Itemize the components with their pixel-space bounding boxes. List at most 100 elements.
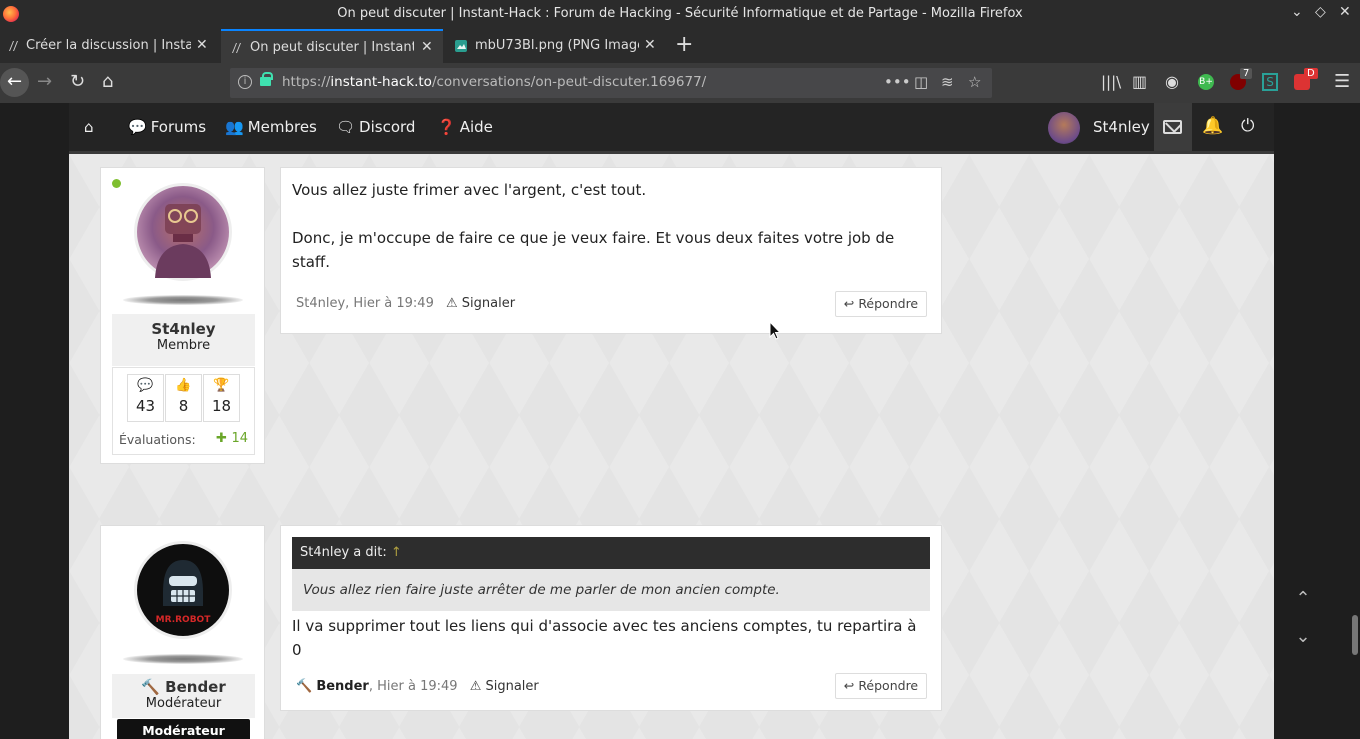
post-message: St4nley a dit: ↑ Vous allez rien faire j… [280,525,942,711]
page-actions-icon[interactable]: ••• [884,73,911,91]
sidebar-icon[interactable]: ▥ [1132,71,1147,93]
mouse-cursor-icon [769,320,782,344]
home-nav-icon[interactable]: ⌂ [84,118,94,136]
username-block: St4nley Membre [112,314,255,366]
quote-body: Vous allez rien faire juste arrêter de m… [292,569,930,611]
post-author-time[interactable]: St4nley, Hier à 19:49 [296,296,434,311]
extension-s-icon[interactable]: S [1262,73,1278,91]
reply-icon: ↩ [843,678,859,693]
post-author[interactable]: Bender [316,679,369,694]
quote-author: St4nley a dit: [300,545,387,560]
quote-header: St4nley a dit: ↑ [292,537,930,569]
scroll-top-button[interactable]: ⌃ [1285,581,1321,617]
page-viewport: ⌂ 💬 Forums 👥 Membres 🗨 Discord ❓ Aide St4nle… [0,103,1360,739]
bell-icon[interactable]: 🔔 [1202,116,1223,136]
url-bar[interactable]: i https://instant-hack.to/conversations/… [230,68,992,98]
nav-forums[interactable]: 💬 Forums [128,118,206,136]
user-avatar[interactable] [134,183,232,281]
site-favicon-icon [232,43,241,53]
bookmark-star-icon[interactable]: ☆ [968,73,981,91]
close-window-icon[interactable]: ✕ [1339,4,1351,20]
conversations-button[interactable] [1154,103,1192,151]
post-meta: 🔨 Bender, Hier à 19:49 ⚠ Signaler [296,679,539,694]
hamburger-menu-icon[interactable]: ☰ [1334,71,1350,93]
moderator-badge: Modérateur [117,719,250,739]
page-scrollbar[interactable] [1352,615,1358,655]
stat-trophies: 🏆 18 [203,374,240,422]
question-circle-icon: ❓ [437,118,456,136]
report-link[interactable]: Signaler [485,679,538,694]
library-icon[interactable]: |||\ [1101,71,1121,93]
chat-bubble-icon: 🗨 [336,118,356,136]
close-tab-icon[interactable]: ✕ [421,39,433,55]
post-message: Vous allez juste frimer avec l'argent, c… [280,167,942,334]
post-time[interactable]: , Hier à 19:49 [369,679,458,694]
tab-on-peut-discuter[interactable]: On peut discuter | Instant- ✕ [221,29,443,63]
close-tab-icon[interactable]: ✕ [196,37,208,53]
stat-messages: 💬 43 [127,374,164,422]
site-navigation: ⌂ 💬 Forums 👥 Membres 🗨 Discord ❓ Aide St4nle… [69,103,1274,154]
tab-png-image[interactable]: mbU73Bl.png (PNG Image ✕ [446,29,668,63]
post-meta: St4nley, Hier à 19:49 ⚠ Signaler [296,296,515,311]
message-line: 0 [292,641,302,659]
account-icon[interactable]: ◉ [1165,71,1179,93]
minimize-icon[interactable]: ⌄ [1291,4,1303,20]
user-avatar[interactable]: MR.ROBOT [134,541,232,639]
nav-membres[interactable]: 👥 Membres [225,118,317,136]
reload-button[interactable]: ↻ [70,71,85,93]
user-role: Modérateur [145,696,222,711]
svg-text:MR.ROBOT: MR.ROBOT [156,615,212,625]
extension-b-icon[interactable]: B+ [1198,74,1214,90]
mr-robot-avatar-icon: MR.ROBOT [156,560,212,625]
report-link[interactable]: Signaler [462,296,515,311]
quote-jump-icon[interactable]: ↑ [391,545,402,560]
evaluations-value: ✚ 14 [216,431,248,446]
user-avatar-small[interactable] [1048,112,1080,144]
username-block: 🔨 Bender Modérateur [112,674,255,718]
tab-creer-discussion[interactable]: Créer la discussion | Instan ✕ [0,29,218,63]
gavel-icon: 🔨 [141,678,160,696]
user-stats: 💬 43 👍 8 🏆 18 Évaluations: ✚ 14 [112,367,255,455]
tab-label: Créer la discussion | Instan [26,38,191,53]
maximize-icon[interactable]: ◇ [1315,4,1326,20]
tracking-protection-icon[interactable]: ≋ [941,73,954,91]
window-titlebar: On peut discuter | Instant-Hack : Forum … [0,0,1360,29]
tab-label: mbU73Bl.png (PNG Image [475,38,639,53]
site-info-icon[interactable]: i [238,75,252,89]
message-line: Vous allez juste frimer avec l'argent, c… [292,181,647,199]
close-tab-icon[interactable]: ✕ [644,37,656,53]
message-line: staff. [292,253,330,271]
robot-avatar-icon [155,204,211,278]
power-icon[interactable]: ⏻ [1241,116,1254,136]
reply-button[interactable]: ↩ Répondre [835,673,927,699]
post-user-panel: St4nley Membre 💬 43 👍 8 🏆 18 Évaluations… [100,167,265,464]
nav-divider [69,151,1274,154]
window-title: On peut discuter | Instant-Hack : Forum … [337,6,1023,21]
scroll-bottom-button[interactable]: ⌄ [1285,619,1321,655]
nav-discord[interactable]: 🗨 Discord [336,118,415,136]
post-username[interactable]: 🔨 Bender [112,678,255,696]
users-icon: 👥 [225,118,244,136]
forward-button[interactable]: → [37,71,52,93]
back-button[interactable]: ← [0,68,29,97]
image-favicon-icon [455,40,467,52]
nav-username[interactable]: St4nley [1093,118,1150,136]
post-username[interactable]: St4nley [112,320,255,338]
reply-button[interactable]: ↩ Répondre [835,291,927,317]
nav-aide[interactable]: ❓ Aide [437,118,493,136]
url-text[interactable]: https://instant-hack.to/conversations/on… [282,74,706,90]
avatar-shadow [123,654,243,664]
new-tab-icon[interactable]: + [675,32,693,57]
avatar-shadow [123,295,243,305]
home-button[interactable]: ⌂ [102,71,113,93]
comments-icon: 💬 [137,378,154,393]
lock-icon[interactable] [260,72,273,86]
tab-label: On peut discuter | Instant- [250,40,414,55]
pocket-icon[interactable]: ◫ [914,73,928,91]
thumbs-up-icon: 👍 [175,378,192,393]
extension-d-badge: D [1304,68,1318,79]
message-line: Donc, je m'occupe de faire ce que je veu… [292,229,895,247]
stat-likes: 👍 8 [165,374,202,422]
warning-icon: ⚠ [446,296,458,311]
site-favicon-icon [9,41,18,51]
